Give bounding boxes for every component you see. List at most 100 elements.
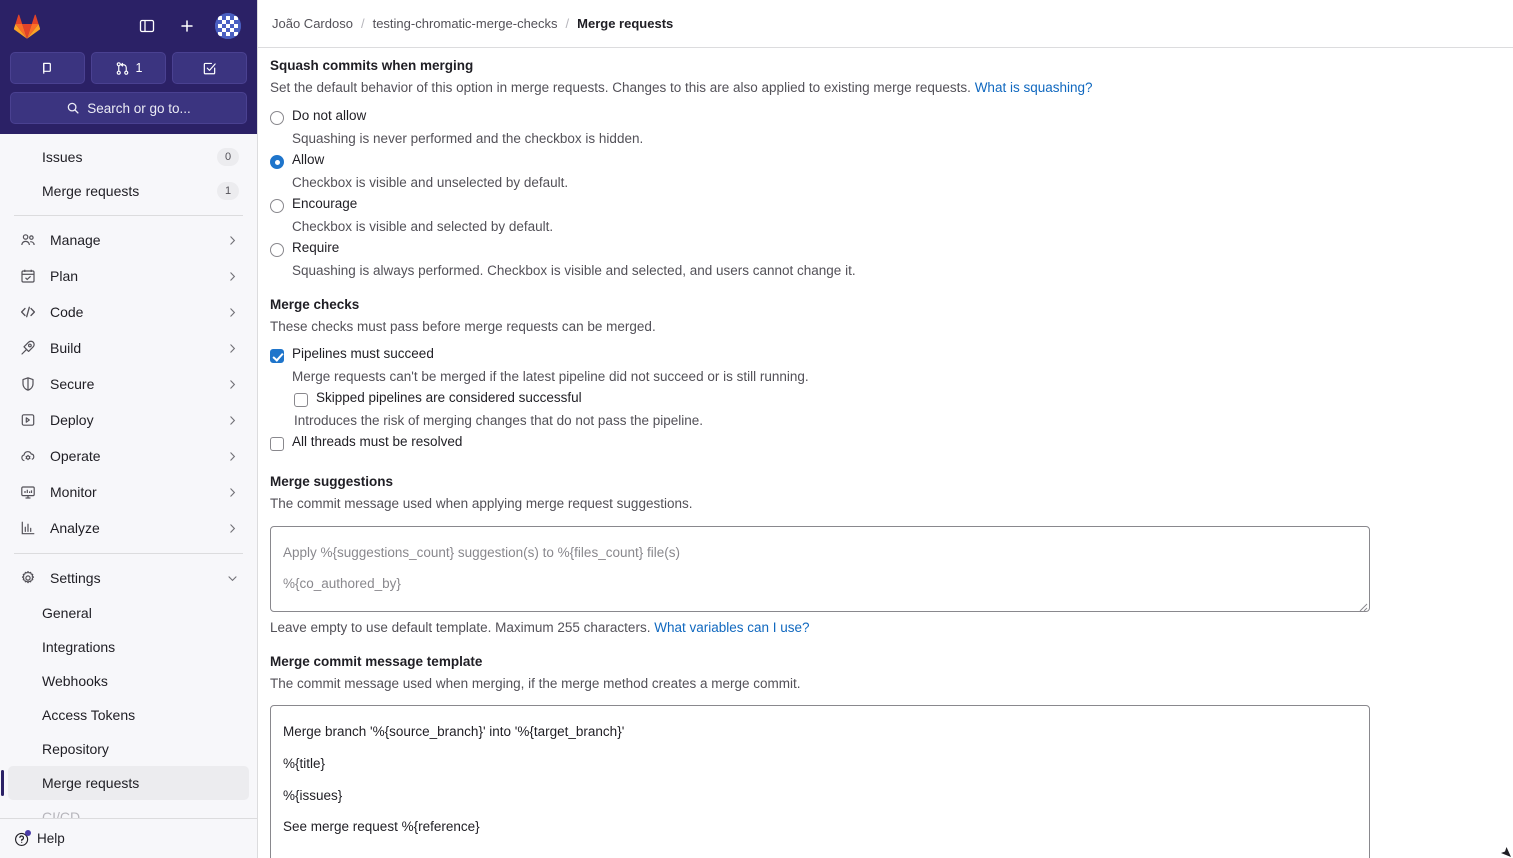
merge-suggestions-textarea-wrap: Apply %{suggestions_count} suggestion(s)…: [270, 525, 1370, 612]
squash-option-allow[interactable]: Allow: [270, 152, 1513, 173]
sidebar-item-settings-merge-requests-label: Merge requests: [42, 775, 140, 791]
squash-section: Squash commits when merging Set the defa…: [270, 58, 1513, 278]
radio-encourage[interactable]: [270, 198, 284, 213]
calendar-icon: [18, 266, 38, 286]
sidebar-item-integrations-label: Integrations: [42, 639, 116, 655]
squash-description-text: Set the default behavior of this option …: [270, 80, 971, 95]
sidebar-item-analyze-label: Analyze: [50, 520, 100, 536]
radio-do-not-allow[interactable]: [270, 110, 284, 125]
sidebar-item-access-tokens[interactable]: Access Tokens: [8, 698, 249, 732]
sidebar-item-issues[interactable]: Issues 0: [8, 140, 249, 174]
sidebar-item-code-label: Code: [50, 304, 84, 320]
chevron-right-icon: [226, 306, 239, 319]
sidebar-item-merge-requests[interactable]: Merge requests 1: [8, 174, 249, 208]
sidebar-item-monitor[interactable]: Monitor: [8, 474, 249, 510]
what-is-squashing-link[interactable]: What is squashing?: [975, 80, 1093, 95]
merge-commit-template-title: Merge commit message template: [270, 653, 483, 669]
merge-suggestions-footer: Leave empty to use default template. Max…: [270, 620, 1513, 635]
merge-commit-template-section: Merge commit message template The commit…: [270, 654, 1513, 858]
chevron-right-icon: [226, 522, 239, 535]
gitlab-logo[interactable]: [12, 11, 42, 41]
sidebar-item-operate[interactable]: Operate: [8, 438, 249, 474]
checkbox-all-threads-resolved[interactable]: [270, 437, 284, 452]
user-avatar[interactable]: [215, 13, 241, 39]
breadcrumb-item-current: Merge requests: [577, 16, 674, 31]
check-pipelines-must-succeed-label: Pipelines must succeed: [292, 346, 434, 362]
merge-commit-template-textarea[interactable]: Merge branch '%{source_branch}' into '%{…: [270, 705, 1370, 858]
checkbox-pipelines-must-succeed[interactable]: [270, 349, 284, 364]
squash-option-do-not-allow[interactable]: Do not allow: [270, 108, 1513, 129]
help-button[interactable]: Help: [0, 818, 257, 858]
breadcrumb-separator: /: [565, 16, 570, 31]
code-icon: [18, 302, 38, 322]
todos-button[interactable]: [172, 52, 247, 84]
check-pipelines-must-succeed[interactable]: Pipelines must succeed: [270, 346, 1513, 367]
squash-title: Squash commits when merging: [270, 58, 474, 73]
merge-suggestions-placeholder-line-1: Apply %{suggestions_count} suggestion(s)…: [283, 544, 680, 560]
sidebar-item-secure-label: Secure: [50, 376, 95, 392]
sidebar-divider: [14, 215, 243, 216]
sidebar-item-merge-requests-label: Merge requests: [42, 183, 140, 199]
sidebar-item-webhooks[interactable]: Webhooks: [8, 664, 249, 698]
sidebar-item-general[interactable]: General: [8, 596, 249, 630]
chevron-right-icon: [226, 342, 239, 355]
check-pipelines-must-succeed-sub: Merge requests can't be merged if the la…: [292, 369, 809, 385]
app-root: 1 Search or go to... Issues 0 Merge requ…: [0, 0, 1513, 858]
chevron-right-icon: [226, 378, 239, 391]
checkbox-skipped-pipelines[interactable]: [294, 393, 308, 408]
sidebar-item-plan[interactable]: Plan: [8, 258, 249, 294]
issues-button[interactable]: [10, 52, 85, 84]
squash-option-encourage[interactable]: Encourage: [270, 196, 1513, 217]
sidebar-item-plan-label: Plan: [50, 268, 79, 284]
merge-checks-options: Pipelines must succeed Merge requests ca…: [270, 346, 1513, 455]
sidebar-divider-2: [14, 553, 243, 554]
sidebar-item-manage-label: Manage: [50, 232, 101, 248]
help-notification-dot: [25, 829, 31, 836]
sidebar-item-deploy[interactable]: Deploy: [8, 402, 249, 438]
merge-suggestions-textarea[interactable]: Apply %{suggestions_count} suggestion(s)…: [270, 525, 1370, 612]
sidebar-item-settings-merge-requests[interactable]: Merge requests: [1, 766, 249, 800]
breadcrumb-item-project[interactable]: testing-chromatic-merge-checks: [373, 16, 558, 31]
chart-icon: [18, 518, 38, 538]
sidebar-item-integrations[interactable]: Integrations: [8, 630, 249, 664]
squash-options: Do not allow Squashing is never performe…: [270, 108, 1513, 278]
sidebar-item-settings[interactable]: Settings: [8, 560, 249, 596]
search-input[interactable]: Search or go to...: [10, 92, 247, 124]
check-all-threads-resolved[interactable]: All threads must be resolved: [270, 434, 1513, 455]
search-placeholder: Search or go to...: [87, 100, 191, 116]
sidebar-toggle-icon[interactable]: [135, 14, 159, 38]
squash-description: Set the default behavior of this option …: [270, 78, 1513, 98]
sidebar-item-secure[interactable]: Secure: [8, 366, 249, 402]
what-variables-link[interactable]: What variables can I use?: [654, 620, 809, 635]
breadcrumb-item-user[interactable]: João Cardoso: [272, 16, 353, 31]
merge-commit-template-line-4: See merge request %{reference}: [283, 819, 480, 835]
shield-icon: [18, 374, 38, 394]
sidebar-item-general-label: General: [42, 605, 92, 621]
sidebar-item-repository[interactable]: Repository: [8, 732, 249, 766]
chevron-right-icon: [226, 450, 239, 463]
merge-commit-template-line-3: %{issues}: [283, 787, 343, 803]
radio-require[interactable]: [270, 242, 284, 257]
squash-option-allow-label: Allow: [292, 151, 325, 167]
merge-requests-button[interactable]: 1: [91, 52, 166, 84]
settings-content: Squash commits when merging Set the defa…: [258, 48, 1513, 858]
radio-allow[interactable]: [270, 154, 284, 169]
sidebar-item-code[interactable]: Code: [8, 294, 249, 330]
merge-suggestions-description: The commit message used when applying me…: [270, 496, 693, 512]
chevron-right-icon: [226, 414, 239, 427]
squash-option-encourage-label: Encourage: [292, 195, 358, 211]
sidebar-item-manage[interactable]: Manage: [8, 222, 249, 258]
merge-commit-template-description: The commit message used when merging, if…: [270, 675, 801, 691]
merge-commit-template-textarea-wrap: Merge branch '%{source_branch}' into '%{…: [270, 705, 1370, 858]
plus-icon[interactable]: [175, 14, 199, 38]
breadcrumb-separator: /: [360, 16, 365, 31]
squash-option-do-not-allow-label: Do not allow: [292, 107, 367, 123]
sidebar-item-build[interactable]: Build: [8, 330, 249, 366]
squash-option-require-label: Require: [292, 239, 340, 255]
sidebar-item-repository-label: Repository: [42, 741, 109, 757]
check-skipped-pipelines[interactable]: Skipped pipelines are considered success…: [270, 390, 1513, 411]
users-icon: [18, 230, 38, 250]
sidebar-item-analyze[interactable]: Analyze: [8, 510, 249, 546]
squash-option-require[interactable]: Require: [270, 240, 1513, 261]
merge-suggestions-title: Merge suggestions: [270, 474, 394, 490]
